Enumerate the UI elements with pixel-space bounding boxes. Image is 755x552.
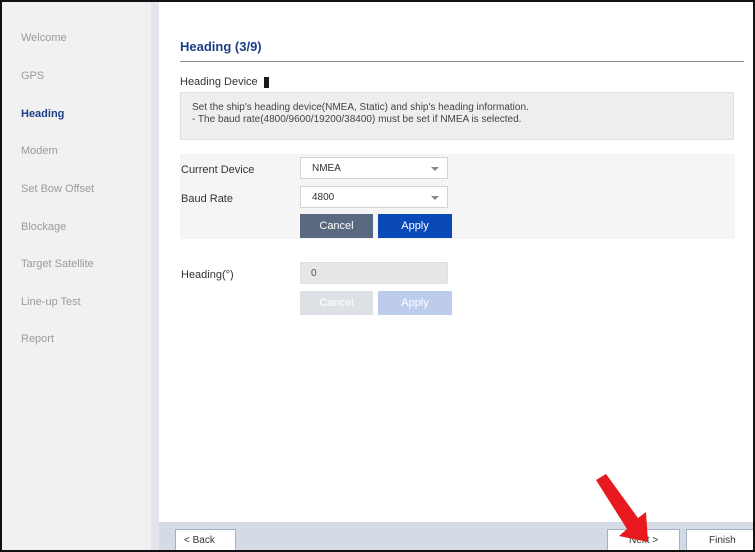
current-device-label: Current Device <box>181 164 255 176</box>
current-device-value: NMEA <box>312 163 341 174</box>
main-panel: Heading (3/9) Heading Device Set the shi… <box>159 2 753 522</box>
title-divider <box>180 61 744 62</box>
chevron-down-icon <box>431 167 439 171</box>
baud-rate-label: Baud Rate <box>181 193 233 205</box>
heading-apply-button[interactable]: Apply <box>378 291 452 315</box>
sidebar: Welcome GPS Heading Modem Set Bow Offset… <box>2 2 151 550</box>
chevron-down-icon <box>431 196 439 200</box>
section-label-text: Heading Device <box>180 76 258 88</box>
description-line-1: Set the ship's heading device(NMEA, Stat… <box>192 102 529 113</box>
wizard-window: Welcome GPS Heading Modem Set Bow Offset… <box>0 0 755 552</box>
heading-value: 0 <box>311 268 317 279</box>
heading-input[interactable]: 0 <box>300 262 448 284</box>
footer-bar: < Back Next > Finish <box>159 522 753 550</box>
finish-button-label: Finish <box>709 535 736 546</box>
heading-label: Heading(°) <box>181 269 234 281</box>
heading-cancel-button[interactable]: Cancel <box>300 291 373 315</box>
sidebar-item-modem[interactable]: Modem <box>21 145 58 157</box>
next-button-label: Next > <box>629 535 659 546</box>
sidebar-item-gps[interactable]: GPS <box>21 70 44 82</box>
page-title: Heading (3/9) <box>180 39 262 54</box>
device-apply-button[interactable]: Apply <box>378 214 452 238</box>
device-cancel-button[interactable]: Cancel <box>300 214 373 238</box>
sidebar-item-set-bow-offset[interactable]: Set Bow Offset <box>21 183 94 195</box>
sidebar-item-blockage[interactable]: Blockage <box>21 221 66 233</box>
sidebar-item-welcome[interactable]: Welcome <box>21 32 67 44</box>
section-marker <box>263 76 269 88</box>
device-settings-form <box>180 154 735 239</box>
sidebar-item-heading[interactable]: Heading <box>21 108 64 120</box>
back-button[interactable]: < Back <box>175 529 236 550</box>
baud-rate-value: 4800 <box>312 192 335 203</box>
finish-button[interactable]: Finish <box>686 529 753 550</box>
sidebar-item-line-up-test[interactable]: Line-up Test <box>21 296 81 308</box>
description-box: Set the ship's heading device(NMEA, Stat… <box>180 92 734 140</box>
sidebar-item-report[interactable]: Report <box>21 333 54 345</box>
section-heading-device: Heading Device <box>180 76 269 88</box>
sidebar-item-target-satellite[interactable]: Target Satellite <box>21 258 94 270</box>
current-device-select[interactable]: NMEA <box>300 157 448 179</box>
sidebar-divider <box>151 2 159 550</box>
next-button[interactable]: Next > <box>607 529 680 550</box>
back-button-label: < Back <box>184 535 215 546</box>
baud-rate-select[interactable]: 4800 <box>300 186 448 208</box>
description-line-2: - The baud rate(4800/9600/19200/38400) m… <box>192 114 522 125</box>
